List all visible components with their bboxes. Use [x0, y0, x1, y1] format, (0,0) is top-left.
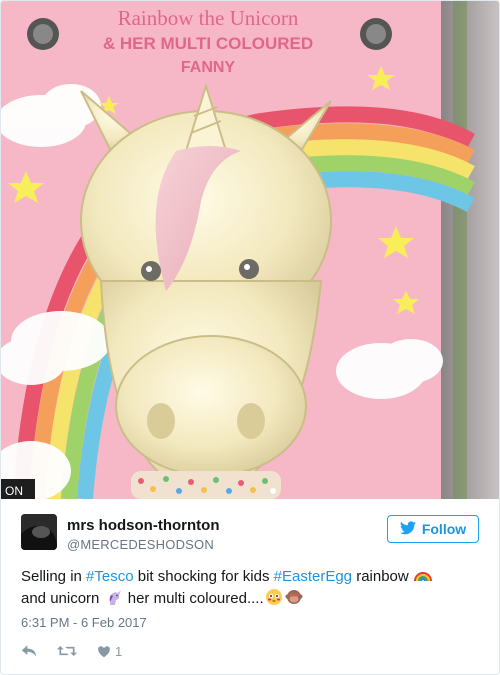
- box-title-line3: FANNY: [181, 59, 236, 76]
- tweet-text-part: her multi coloured....: [123, 590, 264, 607]
- follow-label: Follow: [421, 521, 467, 537]
- flushed-face-emoji-icon: [265, 589, 282, 605]
- reply-icon: [21, 645, 37, 657]
- tweet-actions: 1: [21, 641, 122, 661]
- tweet-text-part: and unicorn: [21, 590, 104, 607]
- like-count: 1: [115, 643, 123, 659]
- rainbow-emoji-icon: [413, 572, 432, 582]
- twitter-bird-icon: [399, 520, 416, 538]
- corner-label: ON: [5, 484, 23, 498]
- tweet-photo[interactable]: Rainbow the Unicorn & HER MULTI COLOURED…: [1, 1, 499, 499]
- author-name[interactable]: mrs hodson-thornton: [67, 517, 219, 534]
- follow-button[interactable]: Follow: [387, 515, 479, 543]
- avatar[interactable]: [21, 514, 57, 550]
- retweet-button[interactable]: [57, 644, 77, 658]
- tweet-card: Rainbow the Unicorn & HER MULTI COLOURED…: [0, 0, 500, 675]
- tweet-text: Selling in #Tesco bit shocking for kids …: [21, 566, 479, 610]
- retweet-icon: [57, 646, 77, 656]
- unicorn-emoji-icon: [109, 590, 121, 605]
- tweet-text-part: Selling in: [21, 568, 87, 585]
- tweet-text-part: bit shocking for kids: [133, 568, 274, 585]
- reply-button[interactable]: [21, 644, 37, 658]
- hashtag-easteregg[interactable]: #EasterEgg: [274, 568, 352, 585]
- see-no-evil-monkey-emoji-icon: [285, 590, 303, 604]
- box-title-line1: Rainbow the Unicorn: [118, 6, 299, 30]
- author-handle[interactable]: @MERCEDESHODSON: [67, 537, 214, 552]
- tweet-header: mrs hodson-thornton @MERCEDESHODSON Foll…: [21, 511, 479, 557]
- heart-icon: [98, 645, 110, 657]
- like-button[interactable]: 1: [97, 644, 122, 659]
- tweet-timestamp[interactable]: 6:31 PM - 6 Feb 2017: [21, 615, 147, 630]
- hashtag-tesco[interactable]: #Tesco: [86, 568, 134, 585]
- box-title-line2: & HER MULTI COLOURED: [103, 34, 313, 53]
- tweet-text-part: rainbow: [352, 568, 413, 585]
